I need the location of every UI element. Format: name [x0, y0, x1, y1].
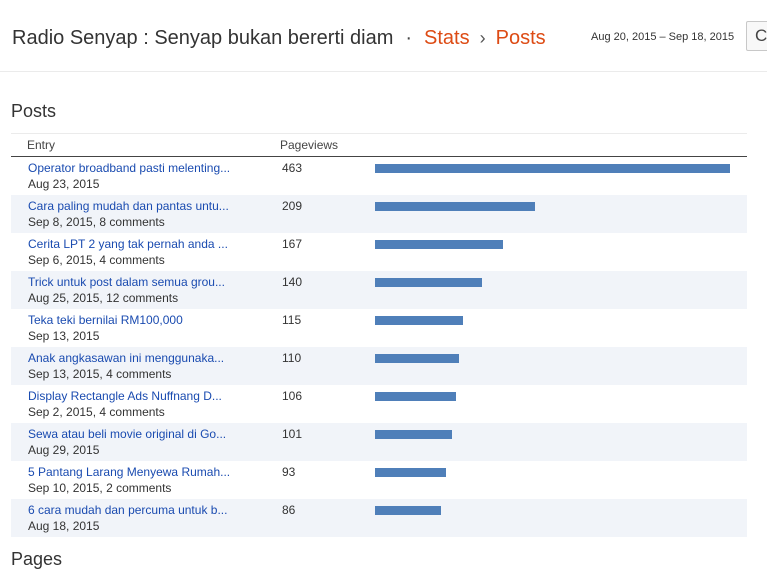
column-header-entry: Entry: [27, 138, 56, 152]
breadcrumb-posts: Posts: [495, 26, 546, 49]
post-title-link[interactable]: Teka teki bernilai RM100,000: [28, 313, 183, 327]
post-meta: Sep 13, 2015, 4 comments: [28, 367, 172, 381]
post-title-link[interactable]: Sewa atau beli movie original di Go...: [28, 427, 226, 441]
stats-header: Radio Senyap : Senyap bukan bererti diam…: [0, 0, 767, 72]
pageviews-bar: [375, 354, 459, 363]
blog-title[interactable]: Radio Senyap : Senyap bukan bererti diam: [12, 27, 393, 50]
pageviews-bar: [375, 278, 482, 287]
breadcrumb-stats[interactable]: Stats: [424, 27, 470, 50]
table-row: Cara paling mudah dan pantas untu... Sep …: [11, 195, 747, 233]
post-meta: Aug 23, 2015: [28, 177, 100, 191]
table-row: Teka teki bernilai RM100,000 Sep 13, 2015…: [11, 309, 747, 347]
pageviews-bar: [375, 506, 441, 515]
posts-table: Entry Pageviews Operator broadband pasti…: [11, 133, 747, 537]
refresh-button[interactable]: C: [746, 21, 767, 51]
table-row: Display Rectangle Ads Nuffnang D... Sep 2…: [11, 385, 747, 423]
post-title-link[interactable]: Cerita LPT 2 yang tak pernah anda ...: [28, 237, 228, 251]
post-title-link[interactable]: 5 Pantang Larang Menyewa Rumah...: [28, 465, 230, 479]
table-header: Entry Pageviews: [11, 133, 747, 157]
pageviews-count: 167: [282, 237, 303, 251]
table-row: Operator broadband pasti melenting... Aug…: [11, 157, 747, 195]
refresh-icon: C: [755, 26, 767, 45]
post-meta: Aug 25, 2015, 12 comments: [28, 291, 179, 305]
date-range[interactable]: Aug 20, 2015 – Sep 18, 2015: [591, 31, 734, 43]
pageviews-count: 106: [282, 389, 303, 403]
post-title-link[interactable]: Cara paling mudah dan pantas untu...: [28, 199, 229, 213]
table-row: Trick untuk post dalam semua grou... Aug …: [11, 271, 747, 309]
pageviews-count: 101: [282, 427, 303, 441]
table-row: Sewa atau beli movie original di Go... Au…: [11, 423, 747, 461]
pageviews-count: 93: [282, 465, 296, 479]
chevron-right-icon: ›: [479, 27, 486, 48]
pageviews-bar: [375, 316, 463, 325]
breadcrumb: Radio Senyap : Senyap bukan bererti diam…: [12, 24, 546, 52]
post-title-link[interactable]: 6 cara mudah dan percuma untuk b...: [28, 503, 227, 517]
post-meta: Aug 29, 2015: [28, 443, 100, 457]
table-row: 5 Pantang Larang Menyewa Rumah... Sep 10,…: [11, 461, 747, 499]
pageviews-bar: [375, 392, 456, 401]
pageviews-bar: [375, 202, 535, 211]
post-meta: Aug 18, 2015: [28, 519, 100, 533]
pageviews-count: 209: [282, 199, 303, 213]
post-meta: Sep 2, 2015, 4 comments: [28, 405, 165, 419]
post-meta: Sep 8, 2015, 8 comments: [28, 215, 165, 229]
table-row: Anak angkasawan ini menggunaka... Sep 13,…: [11, 347, 747, 385]
pageviews-count: 140: [282, 275, 303, 289]
post-title-link[interactable]: Anak angkasawan ini menggunaka...: [28, 351, 224, 365]
pageviews-bar: [375, 468, 446, 477]
table-body: Operator broadband pasti melenting... Aug…: [11, 157, 747, 537]
post-title-link[interactable]: Display Rectangle Ads Nuffnang D...: [28, 389, 222, 403]
post-meta: Sep 13, 2015: [28, 329, 100, 343]
pageviews-bar: [375, 240, 503, 249]
table-row: Cerita LPT 2 yang tak pernah anda ... Sep…: [11, 233, 747, 271]
post-title-link[interactable]: Trick untuk post dalam semua grou...: [28, 275, 225, 289]
title-separator: ·: [405, 26, 413, 49]
posts-section-title: Posts: [11, 101, 57, 121]
pageviews-count: 115: [282, 313, 302, 327]
pageviews-bar: [375, 430, 452, 439]
column-header-pageviews: Pageviews: [280, 138, 339, 152]
pages-section-title: Pages: [11, 549, 63, 569]
post-meta: Sep 10, 2015, 2 comments: [28, 481, 172, 495]
pageviews-count: 463: [282, 161, 303, 175]
pageviews-count: 86: [282, 503, 296, 517]
table-row: 6 cara mudah dan percuma untuk b... Aug 1…: [11, 499, 747, 537]
pageviews-bar: [375, 164, 730, 173]
pageviews-count: 110: [282, 351, 302, 365]
post-title-link[interactable]: Operator broadband pasti melenting...: [28, 161, 230, 175]
post-meta: Sep 6, 2015, 4 comments: [28, 253, 165, 267]
